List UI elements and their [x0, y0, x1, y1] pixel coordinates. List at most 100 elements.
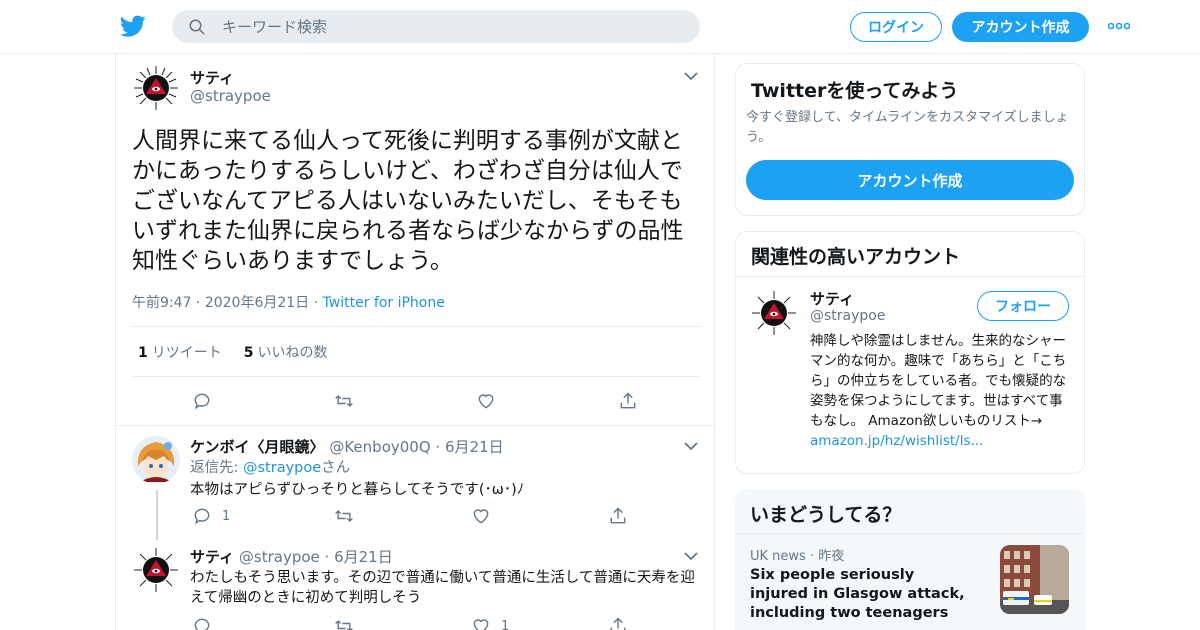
author-handle[interactable]: @Kenboy00Q: [329, 438, 430, 456]
reply-tweet[interactable]: サティ @straypoe · 6月21日 わたしもそう思います。その辺で普通に…: [116, 536, 714, 630]
reply-actions: 1: [192, 506, 628, 526]
follow-button[interactable]: フォロー: [977, 291, 1069, 321]
tweet-timestamp: 午前9:47 · 2020年6月21日 · Twitter for iPhone: [132, 292, 445, 312]
like-label: いいねの数: [257, 344, 328, 361]
reply-actions: 1: [192, 616, 628, 630]
tweet-date[interactable]: 2020年6月21日: [205, 295, 309, 311]
share-icon: [610, 507, 626, 524]
reply-to-prefix: 返信先:: [190, 460, 243, 476]
share-button[interactable]: [608, 506, 628, 526]
signup-card: Twitterを使ってみよう 今すぐ登録して、タイムラインをカスタマイズしましょ…: [735, 63, 1085, 216]
avatar[interactable]: [132, 64, 180, 112]
reply-to-link[interactable]: @straypoe: [243, 460, 321, 476]
author-name[interactable]: サティ: [190, 67, 234, 88]
chevron-down-icon[interactable]: [684, 551, 698, 561]
like-button[interactable]: 1: [471, 616, 608, 630]
related-name[interactable]: サティ: [810, 288, 854, 309]
share-icon: [610, 617, 626, 630]
signup-button[interactable]: アカウント作成: [952, 12, 1089, 42]
tweet-stats: 1 リツイート 5 いいねの数: [132, 326, 700, 377]
related-bio: 神降しや除霊はしません。生来的なシャーマン的な何か。趣味で「あちら」と「こちら」…: [810, 331, 1072, 451]
heart-icon: [473, 509, 489, 524]
author-handle[interactable]: @straypoe: [239, 548, 320, 566]
like-count: 5: [243, 344, 254, 361]
login-button[interactable]: ログイン: [850, 12, 942, 42]
eye-pyramid-avatar-icon: [132, 64, 180, 112]
trend-headline: Six people seriously injured in Glasgow …: [750, 567, 965, 621]
reply-icon: [194, 393, 210, 410]
retweet-count: 1: [138, 344, 148, 361]
reply-header: サティ @straypoe · 6月21日: [190, 546, 393, 567]
separator-dot: ·: [324, 548, 330, 566]
signup-card-button[interactable]: アカウント作成: [746, 160, 1074, 200]
like-button[interactable]: [476, 391, 618, 411]
retweet-icon: [335, 509, 353, 523]
share-button[interactable]: [618, 391, 638, 411]
retweet-icon: [335, 394, 353, 408]
reply-date[interactable]: 6月21日: [334, 548, 393, 566]
top-navigation: ログイン アカウント作成: [0, 0, 1200, 54]
chevron-down-icon[interactable]: [684, 71, 698, 81]
avatar[interactable]: [132, 436, 180, 484]
heart-icon: [473, 619, 489, 630]
avatar[interactable]: [132, 546, 180, 594]
reply-icon: [194, 618, 210, 630]
trend-item[interactable]: UK news · 昨夜 Six people seriously injure…: [735, 534, 1085, 630]
tweet-client-link[interactable]: Twitter for iPhone: [323, 295, 445, 311]
like-button[interactable]: [471, 506, 608, 526]
chevron-down-icon[interactable]: [684, 441, 698, 451]
bio-link[interactable]: amazon.jp/hz/wishlist/ls...: [810, 433, 983, 449]
reply-icon: [194, 508, 210, 525]
twitter-bird-icon[interactable]: [120, 13, 146, 39]
trends-title: いまどうしてる？: [750, 504, 902, 526]
search-icon: [189, 19, 205, 34]
trend-thumbnail[interactable]: [1000, 545, 1069, 614]
reply-button[interactable]: [192, 391, 334, 411]
reply-button[interactable]: [192, 616, 334, 630]
like-stat[interactable]: 5 いいねの数: [244, 342, 328, 362]
related-handle[interactable]: @straypoe: [810, 308, 885, 324]
trends-card: いまどうしてる？ UK news · 昨夜 Six people serious…: [735, 489, 1085, 630]
tweet-time[interactable]: 午前9:47: [132, 295, 191, 311]
reply-button[interactable]: 1: [192, 506, 334, 526]
heart-icon: [478, 394, 494, 409]
related-accounts-card: 関連性の高いアカウント サティ @straypoe フォロー 神降しや除霊はしま: [735, 231, 1085, 474]
retweet-label: リツイート: [151, 344, 222, 361]
trend-source: UK news: [750, 549, 806, 564]
trend-time: 昨夜: [818, 549, 845, 564]
avatar[interactable]: [750, 289, 798, 337]
more-options-icon[interactable]: [1108, 22, 1130, 30]
search-box[interactable]: [172, 10, 700, 43]
reply-text: わたしもそう思います。その辺で普通に働いて普通に生活して普通に天寿を迎えて帰幽の…: [190, 570, 695, 606]
eye-pyramid-avatar-icon: [750, 289, 798, 337]
retweet-button[interactable]: [334, 391, 476, 411]
reply-count: 1: [222, 508, 231, 524]
anime-character-avatar-icon: [132, 436, 180, 484]
author-name[interactable]: サティ: [190, 548, 234, 566]
separator-dot: ·: [435, 438, 441, 456]
retweet-button[interactable]: [334, 506, 471, 526]
share-button[interactable]: [608, 616, 628, 630]
related-account[interactable]: サティ @straypoe フォロー 神降しや除霊はしません。生来的なシャーマン…: [736, 277, 1084, 473]
author-name[interactable]: ケンボイ〈月眼鏡〉: [190, 438, 325, 456]
thread-line: [156, 490, 158, 540]
retweet-icon: [335, 619, 353, 630]
news-photo-icon: [1000, 545, 1069, 614]
share-icon: [620, 392, 636, 409]
retweet-stat[interactable]: 1 リツイート: [138, 342, 222, 362]
author-handle[interactable]: @straypoe: [190, 87, 271, 105]
retweet-button[interactable]: [334, 616, 471, 630]
reply-to-suffix: さん: [321, 460, 351, 476]
tweet-actions: [192, 391, 638, 411]
bio-text: 神降しや除霊はしません。生来的なシャーマン的な何か。趣味で「あちら」と「こちら」…: [810, 333, 1067, 429]
reply-to-line: 返信先: @straypoeさん: [190, 458, 350, 478]
trend-meta: UK news · 昨夜: [750, 549, 845, 564]
signup-card-title: Twitterを使ってみよう: [751, 80, 959, 102]
search-input[interactable]: [222, 17, 662, 36]
reply-header: ケンボイ〈月眼鏡〉 @Kenboy00Q · 6月21日: [190, 436, 504, 457]
eye-pyramid-avatar-icon: [132, 546, 180, 594]
like-count: 1: [501, 618, 510, 630]
reply-date[interactable]: 6月21日: [445, 438, 504, 456]
signup-card-subtitle: 今すぐ登録して、タイムラインをカスタマイズしましょう。: [746, 110, 1069, 145]
separator-dot: ·: [313, 295, 323, 311]
